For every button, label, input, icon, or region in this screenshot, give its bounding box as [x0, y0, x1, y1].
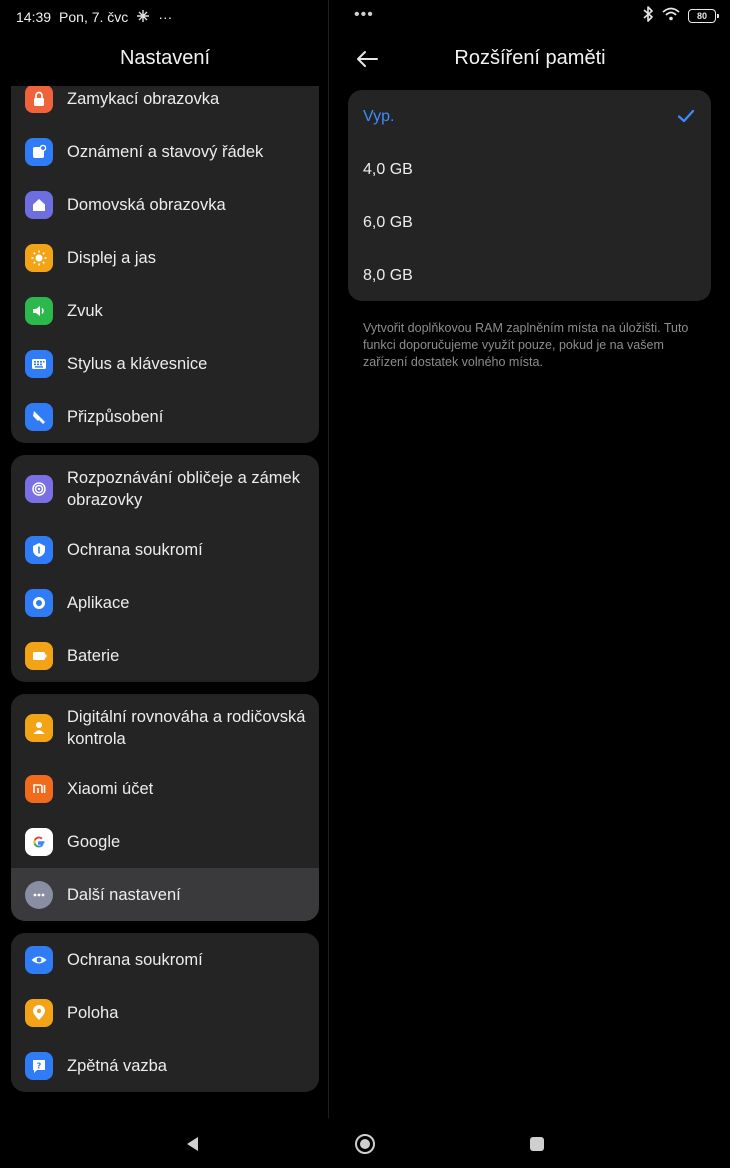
- speaker-icon: [25, 296, 53, 325]
- settings-item-face-unlock[interactable]: Rozpoznávání obličeje a zámek obrazovky: [11, 455, 319, 523]
- wifi-icon: [662, 7, 680, 26]
- option-6gb[interactable]: 6,0 GB: [348, 196, 711, 249]
- eye-icon: [25, 945, 53, 974]
- nav-home-button[interactable]: [353, 1132, 377, 1156]
- home-icon: [25, 190, 53, 219]
- settings-item-display[interactable]: Displej a jas: [11, 231, 319, 284]
- navigation-bar: [0, 1120, 730, 1168]
- nav-back-button[interactable]: [180, 1132, 204, 1156]
- settings-scroll-area[interactable]: Zamykací obrazovka Oznámení a stavový řá…: [0, 86, 330, 1120]
- settings-item-label: Další nastavení: [67, 885, 181, 904]
- settings-item-label: Rozpoznávání obličeje a zámek obrazovky: [67, 469, 300, 509]
- settings-item-label: Zvuk: [67, 301, 103, 320]
- brush-icon: [25, 402, 53, 431]
- settings-item-battery[interactable]: Baterie: [11, 629, 319, 682]
- checkmark-icon: [677, 109, 695, 123]
- settings-group-2: Rozpoznávání obličeje a zámek obrazovky …: [11, 455, 319, 682]
- more-dots-icon: [25, 880, 53, 909]
- keyboard-icon: [25, 349, 53, 378]
- settings-item-additional-settings[interactable]: Další nastavení: [11, 868, 319, 921]
- recents-square-icon: [530, 1137, 544, 1151]
- screen: 14:39 Pon, 7. čvc ··· ••• 80 Nastavení Z…: [0, 0, 730, 1168]
- settings-item-privacy[interactable]: Ochrana soukromí: [11, 523, 319, 576]
- settings-item-label: Google: [67, 832, 121, 851]
- settings-item-feedback[interactable]: ? Zpětná vazba: [11, 1039, 319, 1092]
- settings-group-3: Digitální rovnováha a rodičovská kontrol…: [11, 694, 319, 921]
- settings-item-sound[interactable]: Zvuk: [11, 284, 319, 337]
- settings-item-stylus-keyboard[interactable]: Stylus a klávesnice: [11, 337, 319, 390]
- battery-level: 80: [696, 11, 707, 21]
- bluetooth-icon: [642, 5, 654, 27]
- pane-divider: [328, 0, 329, 1118]
- memory-extension-hint: Vytvořit doplňkovou RAM zaplněním místa …: [363, 321, 689, 369]
- option-4gb[interactable]: 4,0 GB: [348, 143, 711, 196]
- settings-item-label: Xiaomi účet: [67, 779, 154, 798]
- apps-icon: [25, 588, 53, 617]
- memory-extension-options: Vyp. 4,0 GB 6,0 GB 8,0 GB: [348, 90, 711, 301]
- xiaomi-logo-icon: [25, 774, 53, 803]
- home-circle-icon: [355, 1134, 375, 1154]
- settings-item-label: Poloha: [67, 1003, 119, 1022]
- multitask-dots[interactable]: •••: [354, 6, 374, 24]
- battery-icon: 80: [688, 9, 719, 23]
- option-off[interactable]: Vyp.: [348, 90, 711, 143]
- option-label: 8,0 GB: [363, 266, 413, 284]
- settings-item-apps[interactable]: Aplikace: [11, 576, 319, 629]
- settings-item-privacy-protection[interactable]: Ochrana soukromí: [11, 933, 319, 986]
- settings-item-location[interactable]: Poloha: [11, 986, 319, 1039]
- face-unlock-icon: [25, 475, 53, 503]
- back-triangle-icon: [187, 1137, 198, 1151]
- google-logo-icon: [25, 827, 53, 856]
- location-pin-icon: [25, 998, 53, 1027]
- settings-item-label: Domovská obrazovka: [67, 195, 226, 214]
- option-8gb[interactable]: 8,0 GB: [348, 249, 711, 301]
- settings-item-home-screen[interactable]: Domovská obrazovka: [11, 178, 319, 231]
- option-label: 6,0 GB: [363, 213, 413, 231]
- settings-item-label: Stylus a klávesnice: [67, 354, 208, 373]
- settings-item-google[interactable]: Google: [11, 815, 319, 868]
- settings-item-label: Přizpůsobení: [67, 407, 164, 426]
- nav-recents-button[interactable]: [525, 1132, 549, 1156]
- settings-item-label: Oznámení a stavový řádek: [67, 142, 264, 161]
- settings-group-1: Zamykací obrazovka Oznámení a stavový řá…: [11, 86, 319, 443]
- settings-item-label: Ochrana soukromí: [67, 950, 203, 969]
- settings-list-pane: Nastavení Zamykací obrazovka Oznámení a …: [0, 0, 328, 1120]
- lock-icon: [25, 86, 53, 113]
- settings-item-label: Zpětná vazba: [67, 1056, 167, 1075]
- settings-item-label: Displej a jas: [67, 248, 156, 267]
- settings-item-digital-wellbeing[interactable]: Digitální rovnováha a rodičovská kontrol…: [11, 694, 319, 762]
- settings-item-label: Zamykací obrazovka: [67, 89, 220, 108]
- settings-item-label: Ochrana soukromí: [67, 540, 203, 559]
- detail-title: Rozšíření paměti: [454, 47, 606, 69]
- settings-item-customization[interactable]: Přizpůsobení: [11, 390, 319, 443]
- page-title: Nastavení: [119, 47, 211, 69]
- status-bar-right: 80: [642, 5, 719, 27]
- settings-item-label: Baterie: [67, 646, 120, 665]
- notification-icon: [25, 137, 53, 166]
- feedback-icon: ?: [25, 1051, 53, 1080]
- parental-icon: [25, 714, 53, 742]
- battery-settings-icon: [25, 641, 53, 670]
- settings-item-notifications[interactable]: Oznámení a stavový řádek: [11, 125, 319, 178]
- settings-group-4: Ochrana soukromí Poloha ? Zpětná vazba: [11, 933, 319, 1092]
- settings-item-label: Digitální rovnováha a rodičovská kontrol…: [67, 708, 306, 748]
- option-label: 4,0 GB: [363, 160, 413, 178]
- privacy-shield-icon: [25, 535, 53, 564]
- settings-item-lock-screen[interactable]: Zamykací obrazovka: [11, 86, 319, 125]
- sun-icon: [25, 243, 53, 272]
- svg-text:?: ?: [37, 1061, 42, 1070]
- settings-item-xiaomi-account[interactable]: Xiaomi účet: [11, 762, 319, 815]
- settings-item-label: Aplikace: [67, 593, 130, 612]
- option-label: Vyp.: [363, 107, 395, 125]
